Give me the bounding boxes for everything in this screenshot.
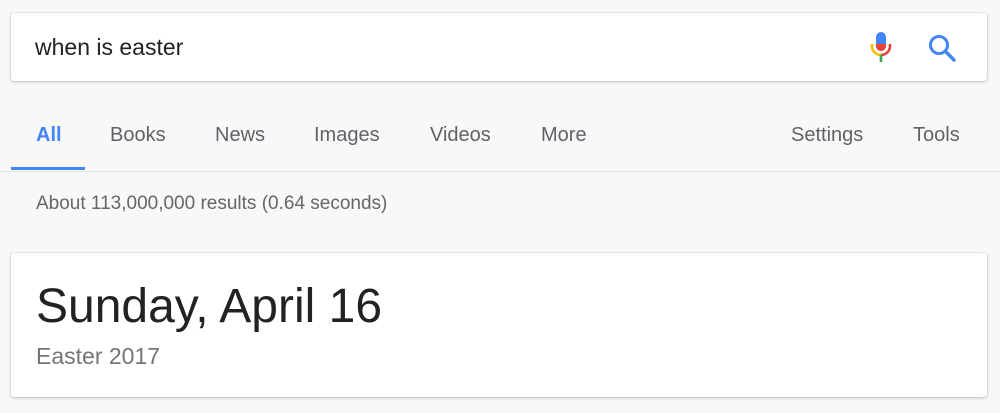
answer-caption: Easter 2017 (36, 343, 161, 369)
tab-images[interactable]: Images (314, 98, 380, 171)
tab-more[interactable]: More (541, 98, 587, 171)
tab-settings[interactable]: Settings (791, 98, 863, 171)
tab-tools[interactable]: Tools (913, 98, 960, 171)
result-stats: About 113,000,000 results (0.64 seconds) (36, 193, 388, 214)
search-tabs: All Books News Images Videos More Settin… (0, 98, 1000, 172)
microphone-icon[interactable] (867, 30, 895, 66)
magnifier-icon[interactable] (927, 33, 957, 63)
tab-books[interactable]: Books (110, 98, 166, 171)
tab-news[interactable]: News (215, 98, 265, 171)
answer-card: Sunday, April 16 Easter 2017 (11, 253, 987, 397)
answer-date: Sunday, April 16 (36, 280, 383, 333)
active-tab-indicator (11, 167, 85, 170)
tab-all[interactable]: All (36, 98, 62, 171)
search-box[interactable] (11, 13, 987, 81)
search-input[interactable] (35, 27, 835, 67)
tab-videos[interactable]: Videos (430, 98, 491, 171)
